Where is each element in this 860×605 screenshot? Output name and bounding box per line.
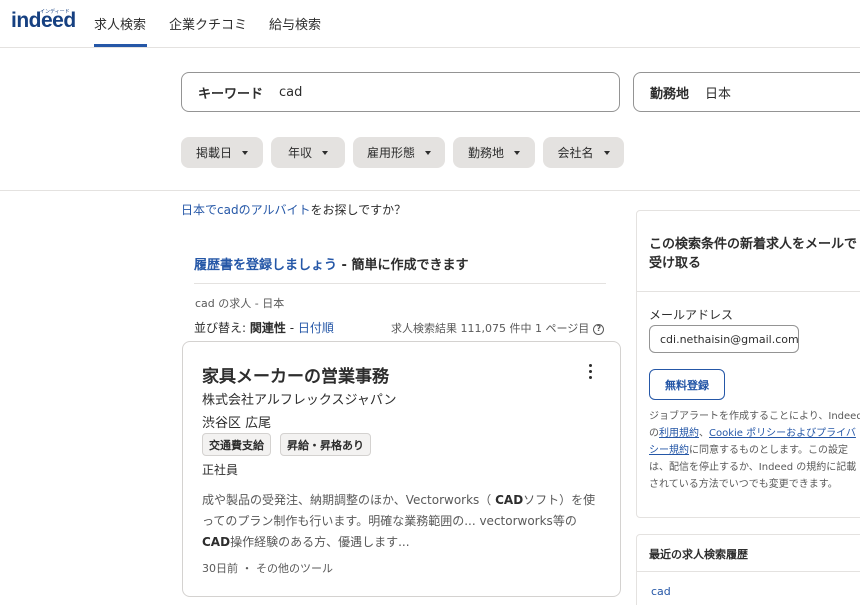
section-divider bbox=[0, 190, 860, 191]
search-history-panel: 最近の求人検索履歴 cad bbox=[636, 534, 860, 605]
job-alert-legal-text: ジョブアラートを作成することにより、Indeed の利用規約、Cookie ポリ… bbox=[649, 411, 860, 490]
top-navigation: indeed インディード 求人検索 企業クチコミ 給与検索 bbox=[0, 0, 860, 48]
filter-salary[interactable]: 年収 bbox=[271, 137, 345, 168]
posted-date: 30日前 bbox=[202, 562, 238, 575]
job-footer: 30日前 ・ その他のツール bbox=[202, 562, 333, 575]
job-card[interactable]: 家具メーカーの営業事務 株式会社アルフレックスジャパン 渋谷区 広尾 交通費支給… bbox=[182, 341, 621, 597]
keyword-label: キーワード bbox=[198, 86, 264, 102]
filter-employment-type[interactable]: 雇用形態 bbox=[353, 137, 445, 168]
sort-options: 並び替え: 関連性 - 日付順 bbox=[194, 319, 334, 336]
filter-company[interactable]: 会社名 bbox=[543, 137, 624, 168]
keyword-value: cad bbox=[279, 84, 303, 100]
filter-posted-date[interactable]: 掲載日 bbox=[181, 137, 263, 168]
chevron-down-icon bbox=[425, 150, 431, 155]
filter-label: 年収 bbox=[287, 146, 312, 160]
filter-label: 会社名 bbox=[557, 146, 594, 160]
sort-active: 関連性 bbox=[249, 321, 286, 335]
more-tools-link[interactable]: その他のツール bbox=[256, 562, 333, 575]
resume-banner: 履歴書を登録しましょう - 簡単に作成できます bbox=[194, 254, 468, 273]
results-count: 求人検索結果 111,075 件中 1 ページ目? bbox=[391, 320, 605, 336]
resume-banner-text: - 簡単に作成できます bbox=[337, 258, 469, 273]
sort-separator: - bbox=[285, 321, 298, 335]
job-alert-panel: この検索条件の新着求人をメールで受け取る メールアドレス cdi.nethais… bbox=[636, 210, 860, 518]
chevron-down-icon bbox=[322, 150, 328, 155]
resume-register-link[interactable]: 履歴書を登録しましょう bbox=[194, 258, 337, 273]
chevron-down-icon bbox=[242, 150, 248, 155]
nav-salary-search[interactable]: 給与検索 bbox=[269, 14, 321, 33]
location-label: 勤務地 bbox=[650, 86, 690, 102]
results-count-text: 求人検索結果 111,075 件中 1 ページ目 bbox=[391, 322, 590, 335]
search-history-item[interactable]: cad bbox=[651, 585, 671, 598]
banner-divider bbox=[194, 283, 606, 284]
job-tag: 交通費支給 bbox=[202, 433, 271, 456]
email-label: メールアドレス bbox=[649, 308, 734, 322]
sort-prefix: 並び替え: bbox=[194, 321, 250, 335]
job-tag: 昇給・昇格あり bbox=[280, 433, 371, 456]
suggestion-text: をお探しですか？ bbox=[310, 203, 407, 217]
filter-label: 掲載日 bbox=[195, 146, 232, 160]
terms-link[interactable]: 利用規約 bbox=[659, 428, 699, 439]
location-value: 日本 bbox=[705, 86, 732, 102]
job-title[interactable]: 家具メーカーの営業事務 bbox=[202, 362, 389, 387]
location-search-input[interactable]: 勤務地 日本 bbox=[633, 72, 860, 112]
filter-label: 勤務地 bbox=[467, 146, 504, 160]
employment-type: 正社員 bbox=[202, 463, 239, 477]
nav-job-search[interactable]: 求人検索 bbox=[94, 14, 146, 33]
logo-ruby: インディード bbox=[40, 9, 70, 15]
company-name: 株式会社アルフレックスジャパン bbox=[202, 393, 397, 408]
results-breadcrumb: cad の求人 - 日本 bbox=[195, 297, 285, 310]
chevron-down-icon bbox=[514, 150, 520, 155]
panel-divider bbox=[637, 571, 860, 572]
help-icon[interactable]: ? bbox=[593, 323, 605, 335]
job-location: 渋谷区 広尾 bbox=[202, 416, 272, 431]
job-alert-title: この検索条件の新着求人をメールで受け取る bbox=[649, 237, 858, 271]
suggestion-link[interactable]: 日本でcadのアルバイト bbox=[181, 203, 310, 217]
nav-company-reviews[interactable]: 企業クチコミ bbox=[169, 14, 247, 33]
job-snippet: 成や製品の受発注、納期調整のほか、Vectorworks（ CADソフト）を使っ… bbox=[202, 493, 596, 549]
chevron-down-icon bbox=[603, 150, 610, 155]
email-field[interactable]: cdi.nethaisin@gmail.com bbox=[649, 325, 799, 353]
indeed-logo[interactable]: indeed インディード bbox=[11, 9, 83, 37]
active-tab-indicator bbox=[94, 44, 147, 47]
keyword-search-input[interactable]: キーワード cad bbox=[181, 72, 620, 112]
filter-label: 雇用形態 bbox=[366, 146, 415, 160]
search-history-title: 最近の求人検索履歴 bbox=[649, 548, 748, 561]
panel-divider bbox=[637, 291, 860, 292]
filter-location[interactable]: 勤務地 bbox=[453, 137, 535, 168]
more-options-icon[interactable] bbox=[587, 364, 593, 382]
sort-by-date-link[interactable]: 日付順 bbox=[298, 321, 334, 335]
search-suggestion: 日本でcadのアルバイトをお探しですか？ bbox=[181, 201, 406, 218]
free-register-button[interactable]: 無料登録 bbox=[649, 369, 725, 400]
email-value: cdi.nethaisin@gmail.com bbox=[660, 332, 799, 346]
